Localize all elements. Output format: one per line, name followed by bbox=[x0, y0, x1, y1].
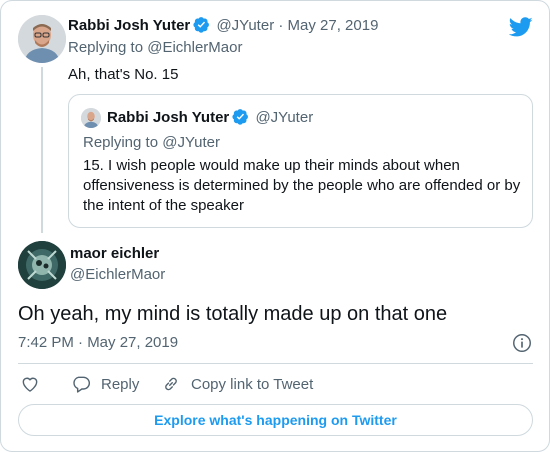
author-name[interactable]: maor eichler bbox=[70, 244, 159, 264]
tweet-timestamp[interactable]: 7:42 PM · May 27, 2019 bbox=[18, 333, 178, 353]
link-icon bbox=[165, 377, 177, 391]
avatar-josh-yuter-small bbox=[81, 108, 101, 128]
quoted-tweet[interactable]: Rabbi Josh Yuter @JYuter Replying to @JY… bbox=[68, 94, 533, 228]
avatar-maor-eichler[interactable] bbox=[18, 241, 66, 289]
reply-label: Reply bbox=[101, 375, 140, 393]
copy-link-button[interactable]: Copy link to Tweet bbox=[161, 372, 313, 396]
author-name[interactable]: Rabbi Josh Yuter bbox=[68, 17, 190, 34]
quoted-tweet-header: Rabbi Josh Yuter @JYuter bbox=[107, 108, 313, 128]
verified-badge-icon bbox=[193, 17, 210, 33]
quoted-replying-to: Replying to @JYuter bbox=[83, 134, 220, 151]
parent-tweet-header: Rabbi Josh Yuter @JYuter · May 27, 2019 bbox=[68, 16, 378, 36]
author-handle[interactable]: @EichlerMaor bbox=[70, 265, 165, 285]
explore-button[interactable]: Explore what's happening on Twitter bbox=[18, 404, 533, 436]
quoted-author-name: Rabbi Josh Yuter bbox=[107, 109, 230, 126]
handle-and-date[interactable]: @JYuter · May 27, 2019 bbox=[216, 17, 378, 34]
quoted-tweet-text: 15. I wish people would make up their mi… bbox=[83, 157, 521, 214]
twitter-bird-icon[interactable] bbox=[509, 15, 533, 39]
divider bbox=[18, 363, 533, 364]
reply-button[interactable]: Reply bbox=[71, 372, 139, 396]
heart-icon bbox=[22, 377, 38, 392]
thread-line bbox=[41, 67, 43, 233]
tweet-embed-card: Rabbi Josh Yuter @JYuter · May 27, 2019 … bbox=[0, 0, 550, 452]
parent-tweet-text: Ah, that's No. 15 bbox=[68, 66, 179, 83]
info-icon[interactable] bbox=[511, 332, 533, 354]
verified-badge-icon bbox=[232, 109, 249, 125]
quoted-handle: @JYuter bbox=[255, 109, 314, 126]
like-button[interactable] bbox=[20, 372, 40, 396]
avatar-josh-yuter[interactable] bbox=[18, 15, 66, 63]
reply-bubble-icon bbox=[73, 376, 91, 393]
copy-link-label: Copy link to Tweet bbox=[191, 375, 314, 393]
replying-to[interactable]: Replying to @EichlerMaor bbox=[68, 38, 242, 58]
tweet-text: Oh yeah, my mind is totally made up on t… bbox=[18, 303, 448, 325]
